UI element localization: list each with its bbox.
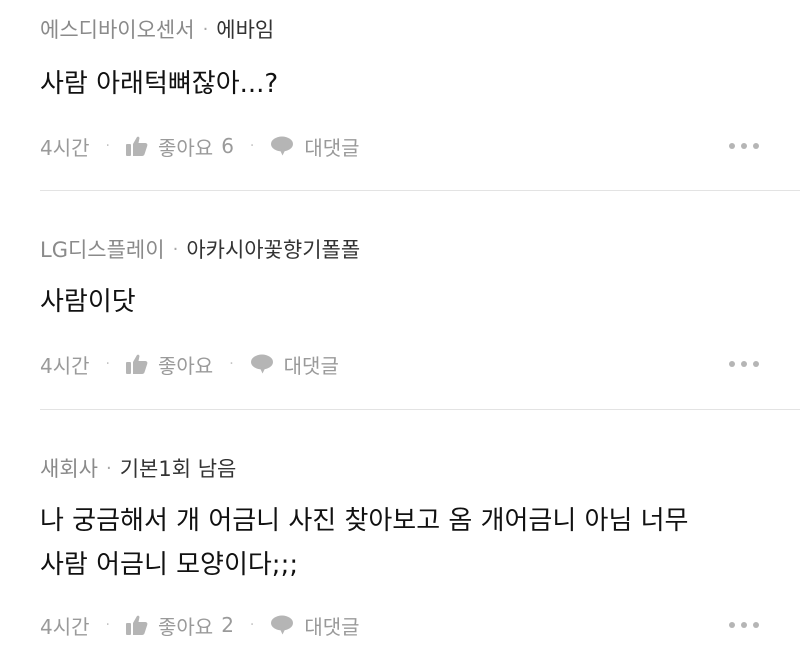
comment-item: LG디스플레이 · 아카시아꽃향기폴폴 사람이닷 4시간 · 좋아요 · 대댓글 [40, 192, 800, 409]
comment-author-line: LG디스플레이 · 아카시아꽃향기폴폴 [40, 234, 360, 264]
comment-time: 4시간 [40, 135, 90, 160]
reply-button[interactable]: 대댓글 [270, 132, 360, 161]
like-button[interactable]: 좋아요 6 [125, 132, 234, 161]
reply-label: 대댓글 [304, 614, 360, 639]
comment-author-line: 새회사 · 기본1회 남음 [40, 453, 236, 483]
more-dots-icon[interactable] [728, 610, 760, 640]
meta-separator: · [105, 457, 112, 479]
author-nickname[interactable]: 아카시아꽃향기폴폴 [186, 234, 360, 264]
comment-actions: 4시간 · 좋아요 · 대댓글 [40, 349, 760, 379]
reply-label: 대댓글 [283, 353, 339, 378]
comment-divider [40, 409, 800, 410]
reply-button[interactable]: 대댓글 [250, 350, 339, 379]
comment-author-line: 에스디바이오센서 · 에바임 [40, 14, 274, 44]
meta-separator: · [202, 18, 209, 40]
reply-button[interactable]: 대댓글 [270, 611, 360, 640]
comment-item: 에스디바이오센서 · 에바임 사람 아래턱뼈잖아...? 4시간 · 좋아요 6… [40, 0, 800, 190]
like-label: 좋아요 [157, 614, 214, 639]
action-separator: · [105, 617, 110, 633]
thumbs-up-icon [125, 354, 148, 374]
company-name: LG디스플레이 [40, 238, 165, 262]
meta-separator: · [172, 238, 179, 260]
comment-body: 사람 아래턱뼈잖아...? [40, 62, 770, 106]
like-button[interactable]: 좋아요 [125, 350, 214, 379]
comment-item: 새회사 · 기본1회 남음 나 궁금해서 개 어금니 사진 찾아보고 옴 개어금… [40, 411, 800, 650]
action-separator: · [249, 617, 255, 633]
speech-bubble-icon [270, 615, 294, 635]
thumbs-up-icon [125, 136, 148, 156]
author-nickname[interactable]: 에바임 [216, 14, 274, 44]
comment-body: 사람이닷 [40, 280, 770, 324]
action-separator: · [249, 138, 255, 154]
reply-label: 대댓글 [304, 135, 360, 160]
comment-body-line: 사람 아래턱뼈잖아...? [40, 69, 279, 99]
company-name: 새회사 [40, 457, 98, 481]
more-dots-icon[interactable] [728, 131, 760, 161]
speech-bubble-icon [270, 136, 294, 156]
like-label: 좋아요 [157, 135, 214, 160]
author-nickname[interactable]: 기본1회 남음 [120, 453, 237, 483]
comment-time: 4시간 [40, 614, 90, 639]
comment-divider [40, 190, 800, 191]
comment-body: 나 궁금해서 개 어금니 사진 찾아보고 옴 개어금니 아님 너무 사람 어금니… [40, 499, 770, 587]
comment-body-line: 사람 어금니 모양이다;;; [40, 550, 299, 580]
like-count: 6 [221, 134, 234, 158]
like-label: 좋아요 [157, 353, 214, 378]
action-separator: · [105, 138, 110, 154]
action-separator: · [105, 356, 110, 372]
thumbs-up-icon [125, 615, 148, 635]
speech-bubble-icon [250, 354, 274, 374]
action-separator: · [229, 356, 234, 372]
like-count: 2 [221, 613, 234, 637]
comment-time: 4시간 [40, 353, 90, 378]
company-name: 에스디바이오센서 [40, 18, 195, 42]
comment-actions: 4시간 · 좋아요 6 · 대댓글 [40, 131, 760, 161]
comment-actions: 4시간 · 좋아요 2 · 대댓글 [40, 610, 760, 640]
comment-body-line: 사람이닷 [40, 287, 136, 317]
like-button[interactable]: 좋아요 2 [125, 611, 234, 640]
more-dots-icon[interactable] [728, 349, 760, 379]
comment-body-line: 나 궁금해서 개 어금니 사진 찾아보고 옴 개어금니 아님 너무 [40, 506, 689, 536]
